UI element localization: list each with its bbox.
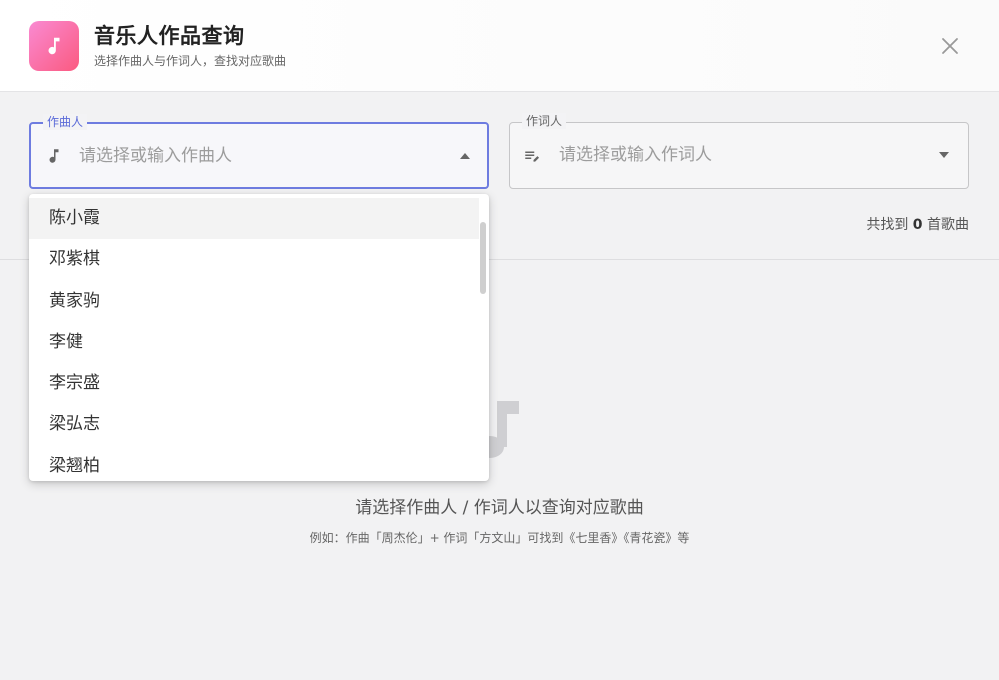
app-icon — [29, 21, 79, 71]
empty-state-hint: 例如：作曲「周杰伦」+ 作词「方文山」可找到《七里香》《青花瓷》等 — [309, 531, 690, 545]
page-subtitle: 选择作曲人与作词人，查找对应歌曲 — [94, 54, 287, 68]
lyricist-dropdown-toggle[interactable] — [937, 148, 951, 162]
composer-label: 作曲人 — [43, 114, 88, 130]
composer-option[interactable]: 李宗盛 — [29, 363, 479, 404]
close-icon — [942, 38, 958, 54]
music-note-icon — [49, 149, 59, 163]
caret-down-icon — [939, 152, 949, 158]
caret-up-icon — [460, 153, 470, 159]
composer-option[interactable]: 李健 — [29, 322, 479, 363]
result-count-suffix: 首歌曲 — [927, 217, 969, 233]
lyricist-input[interactable] — [559, 143, 919, 167]
composer-option[interactable]: 梁翘柏 — [29, 446, 479, 481]
composer-option[interactable]: 梁弘志 — [29, 404, 479, 445]
music-note-icon — [48, 37, 60, 55]
composer-option[interactable]: 陈小霞 — [29, 198, 479, 240]
composer-select[interactable]: 作曲人 — [29, 114, 489, 189]
composer-option[interactable]: 邓紫棋 — [29, 239, 479, 280]
page-title: 音乐人作品查询 — [94, 24, 245, 48]
composer-option[interactable]: 黄家驹 — [29, 281, 479, 322]
result-count: 共找到 0 首歌曲 — [866, 214, 969, 234]
close-button[interactable] — [936, 32, 964, 60]
composer-dropdown-toggle[interactable] — [458, 149, 472, 163]
empty-state-message: 请选择作曲人 / 作词人以查询对应歌曲 — [355, 498, 644, 518]
lyricist-label: 作词人 — [522, 113, 567, 129]
dropdown-scrollbar[interactable] — [480, 222, 486, 294]
dialog-header: 音乐人作品查询 选择作曲人与作词人，查找对应歌曲 — [0, 0, 999, 92]
result-count-prefix: 共找到 — [866, 217, 909, 233]
lyrics-edit-icon — [525, 151, 540, 162]
composer-options-list: 陈小霞 邓紫棋 黄家驹 李健 李宗盛 梁弘志 梁翘柏 — [29, 198, 479, 481]
composer-dropdown-menu[interactable]: 陈小霞 邓紫棋 黄家驹 李健 李宗盛 梁弘志 梁翘柏 — [29, 194, 489, 481]
composer-input[interactable] — [79, 144, 439, 168]
lyricist-select[interactable]: 作词人 — [509, 113, 969, 189]
result-count-value: 0 — [912, 217, 923, 233]
